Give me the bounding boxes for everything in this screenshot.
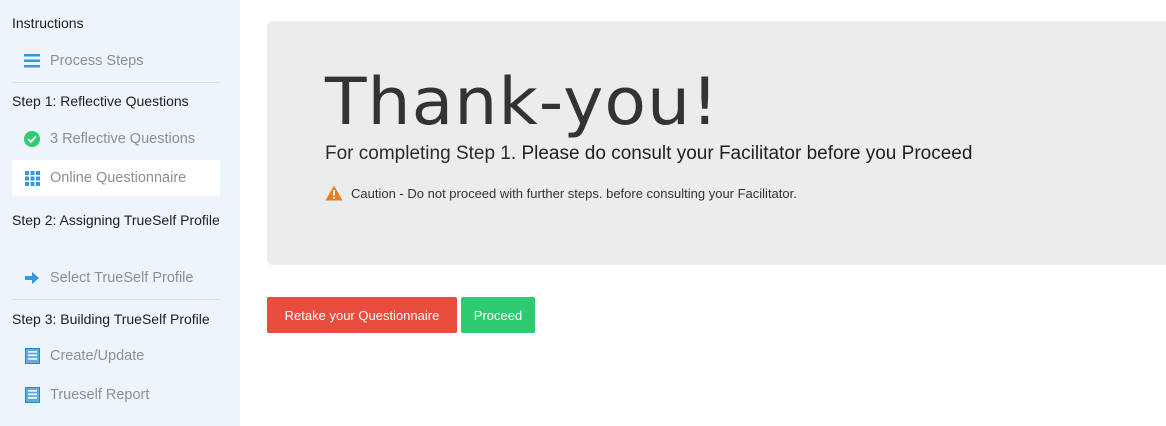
- sidebar-item-label: Select TrueSelf Profile: [50, 270, 194, 286]
- arrow-right-icon: [24, 270, 40, 286]
- divider: [12, 82, 220, 83]
- completion-message-emphasis: Please do consult your Facilitator befor…: [521, 143, 973, 164]
- sidebar-item-select-trueself-profile[interactable]: Select TrueSelf Profile: [12, 260, 220, 296]
- grid-icon: [24, 170, 40, 186]
- list-icon: [24, 53, 40, 69]
- warning-icon: [325, 185, 343, 201]
- sidebar-item-label: Online Questionnaire: [50, 170, 187, 186]
- document-icon: [24, 348, 40, 364]
- completion-message-plain: For completing Step 1.: [325, 143, 517, 164]
- thank-you-panel: Thank-you! For completing Step 1. Please…: [267, 21, 1166, 265]
- section-title-step-3: Step 3: Building TrueSelf Profile: [12, 311, 210, 327]
- sidebar: Instructions Process Steps Step 1: Refle…: [0, 0, 240, 426]
- caution-text: Do not proceed with further steps. befor…: [407, 185, 797, 201]
- check-circle-icon: [24, 131, 40, 147]
- caution-notice: Caution - Do not proceed with further st…: [325, 185, 797, 201]
- section-title-step-1: Step 1: Reflective Questions: [12, 93, 189, 109]
- sidebar-item-trueself-report[interactable]: Trueself Report: [12, 377, 220, 413]
- sidebar-item-online-questionnaire[interactable]: Online Questionnaire: [12, 160, 220, 196]
- sidebar-item-process-steps[interactable]: Process Steps: [12, 43, 220, 79]
- sidebar-item-create-update[interactable]: Create/Update: [12, 338, 220, 374]
- section-title-instructions: Instructions: [12, 15, 84, 31]
- completion-message: For completing Step 1. Please do consult…: [325, 143, 972, 165]
- proceed-button[interactable]: Proceed: [461, 297, 535, 333]
- divider: [12, 299, 220, 300]
- sidebar-item-reflective-questions[interactable]: 3 Reflective Questions: [12, 121, 220, 157]
- section-title-step-2: Step 2: Assigning TrueSelf Profile: [12, 212, 220, 228]
- caution-label: Caution -: [351, 185, 404, 201]
- sidebar-item-label: Trueself Report: [50, 387, 150, 403]
- document-icon: [24, 387, 40, 403]
- sidebar-item-label: 3 Reflective Questions: [50, 131, 196, 147]
- sidebar-item-label: Create/Update: [50, 348, 145, 364]
- main-content: Thank-you! For completing Step 1. Please…: [240, 0, 1166, 426]
- retake-questionnaire-button[interactable]: Retake your Questionnaire: [267, 297, 457, 333]
- sidebar-item-label: Process Steps: [50, 53, 144, 69]
- page-title: Thank-you!: [325, 65, 720, 141]
